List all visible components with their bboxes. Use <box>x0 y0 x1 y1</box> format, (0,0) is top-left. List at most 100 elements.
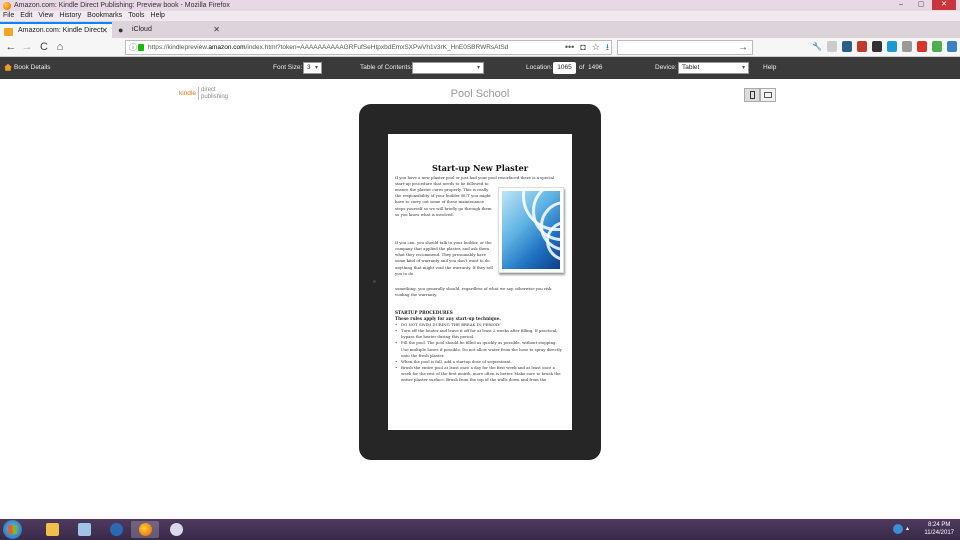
extension-icon[interactable] <box>842 41 852 52</box>
extension-icon[interactable] <box>872 41 882 52</box>
menu-tools[interactable]: Tools <box>128 11 144 21</box>
amazon-favicon-icon <box>4 28 13 36</box>
chevron-up-icon[interactable]: ▴ <box>906 524 912 534</box>
folder-icon <box>45 523 59 536</box>
download-icon[interactable]: ⭳ <box>606 41 609 54</box>
notepad-icon <box>77 523 91 536</box>
chevron-down-icon: ▾ <box>314 65 318 71</box>
menu-view[interactable]: View <box>38 11 53 21</box>
adblock-icon[interactable] <box>917 41 927 52</box>
book-details-link[interactable]: Book Details <box>4 57 51 79</box>
logo-publishing: publishing <box>200 93 229 100</box>
book-details-label: Book Details <box>14 64 51 71</box>
book-title: Pool School <box>450 88 510 100</box>
forward-button[interactable]: → <box>20 40 34 54</box>
tools-icon[interactable]: 🔧 <box>812 41 822 52</box>
lock-icon[interactable] <box>138 44 144 51</box>
device-select[interactable]: Tablet ▾ <box>678 62 749 74</box>
taskbar-firefox[interactable] <box>131 521 159 538</box>
url-actions: ••• ◘ ☆ ⭳ <box>560 41 609 54</box>
itunes-icon <box>169 523 183 536</box>
system-clock[interactable]: 8:24 PM 11/24/2017 <box>924 521 954 537</box>
start-button[interactable] <box>3 520 22 539</box>
menu-edit[interactable]: Edit <box>20 11 32 21</box>
tab-close-icon[interactable]: ✕ <box>101 24 108 38</box>
minimize-button[interactable]: – <box>892 0 910 10</box>
menu-history[interactable]: History <box>59 11 81 21</box>
device-value: Tablet <box>682 64 700 71</box>
taskbar-app[interactable] <box>102 521 130 538</box>
search-input[interactable]: → <box>617 40 753 55</box>
home-button[interactable]: ⌂ <box>53 40 67 54</box>
help-link[interactable]: Help <box>763 57 776 79</box>
window-controls: – ▢ ✕ <box>892 0 956 10</box>
maximize-button[interactable]: ▢ <box>912 0 930 10</box>
network-icon[interactable] <box>893 524 903 534</box>
back-button[interactable]: ← <box>4 40 18 54</box>
tablet-camera <box>373 280 376 283</box>
extension-icon[interactable] <box>947 41 957 52</box>
page-heading: Start-up New Plaster <box>431 163 529 173</box>
navigation-toolbar: ← → C ⌂ ⓘ https://kindlepreview.amazon.c… <box>0 38 960 57</box>
list-item: Turn off the heater and leave it off for… <box>395 328 565 340</box>
page-paragraph: start-up procedure that needs to be foll… <box>395 181 492 217</box>
taskbar-notepad[interactable] <box>70 521 98 538</box>
section-heading: STARTUP PROCEDURES These rules apply for… <box>395 310 501 322</box>
extension-icon[interactable] <box>857 41 867 52</box>
orientation-toggle <box>744 88 776 102</box>
window-title: Amazon.com: Kindle Direct Publishing: Pr… <box>14 2 230 9</box>
clock-time: 8:24 PM <box>928 522 951 528</box>
font-size-select[interactable]: 3 ▾ <box>303 62 322 74</box>
extension-icon[interactable] <box>827 41 837 52</box>
url-bar[interactable]: ⓘ https://kindlepreview.amazon.com/index… <box>125 40 612 55</box>
firefox-icon <box>3 2 11 10</box>
home-icon <box>4 63 12 71</box>
apple-favicon-icon: ● <box>118 25 124 35</box>
extension-icon[interactable] <box>902 41 912 52</box>
page-paragraph: If you can, you should talk to your buil… <box>395 240 493 276</box>
reload-button[interactable]: C <box>37 40 51 54</box>
menu-bookmarks[interactable]: Bookmarks <box>87 11 122 21</box>
info-icon[interactable]: ⓘ <box>129 43 137 52</box>
extension-icon[interactable] <box>887 41 897 52</box>
taskbar-explorer[interactable] <box>38 521 66 538</box>
font-size-value: 3 <box>307 64 311 71</box>
tab-label: iCloud <box>132 26 152 33</box>
toc-select[interactable]: ▾ <box>412 62 484 74</box>
tab-icloud[interactable]: ● iCloud ✕ <box>114 22 224 38</box>
procedure-list: DO NOT SWIM DURING THE BREAK IN PERIOD! … <box>395 322 565 384</box>
list-item: Brush the entire pool at least once a da… <box>395 365 565 383</box>
taskbar-itunes[interactable] <box>162 521 190 538</box>
close-window-button[interactable]: ✕ <box>932 0 956 10</box>
location-total: 1496 <box>588 64 603 71</box>
landscape-view-button[interactable] <box>760 88 776 102</box>
tab-kdp[interactable]: Amazon.com: Kindle Direct Pu ✕ <box>0 22 112 48</box>
clock-date: 11/24/2017 <box>924 530 954 536</box>
logo-direct: direct <box>200 87 216 93</box>
landscape-icon <box>764 92 772 98</box>
menu-help[interactable]: Help <box>151 11 165 21</box>
chevron-down-icon: ▾ <box>741 65 745 71</box>
url-rest: /index.html?token=AAAAAAAAAAGRFufSeHtpxb… <box>245 44 509 51</box>
page-actions-icon[interactable]: ••• <box>565 41 574 54</box>
menu-file[interactable]: File <box>3 11 14 21</box>
extension-icons: 🔧 ☰ <box>812 41 960 52</box>
logo-kindle: kindle <box>179 90 196 97</box>
bookmark-star-icon[interactable]: ☆ <box>592 41 600 54</box>
tab-close-icon[interactable]: ✕ <box>213 22 220 38</box>
menu-bar: File Edit View History Bookmarks Tools H… <box>0 11 960 21</box>
font-size-label: Font Size: <box>273 64 303 71</box>
pocket-icon[interactable]: ◘ <box>580 41 585 54</box>
portrait-icon <box>749 91 755 99</box>
page-paragraph: something, you generally should, regardl… <box>395 286 552 298</box>
list-item: Fill the pool. The pool should be filled… <box>395 340 565 358</box>
portrait-view-button[interactable] <box>744 88 760 102</box>
extension-icon[interactable] <box>932 41 942 52</box>
search-go-icon[interactable]: → <box>738 41 748 54</box>
url-host: amazon.com <box>208 44 246 51</box>
window-titlebar: Amazon.com: Kindle Direct Publishing: Pr… <box>0 0 960 11</box>
location-input[interactable]: 1065 <box>553 62 576 74</box>
device-label: Device: <box>655 64 677 71</box>
app-icon <box>109 523 123 536</box>
tab-bar: Amazon.com: Kindle Direct Pu ✕ ● iCloud … <box>0 21 960 48</box>
